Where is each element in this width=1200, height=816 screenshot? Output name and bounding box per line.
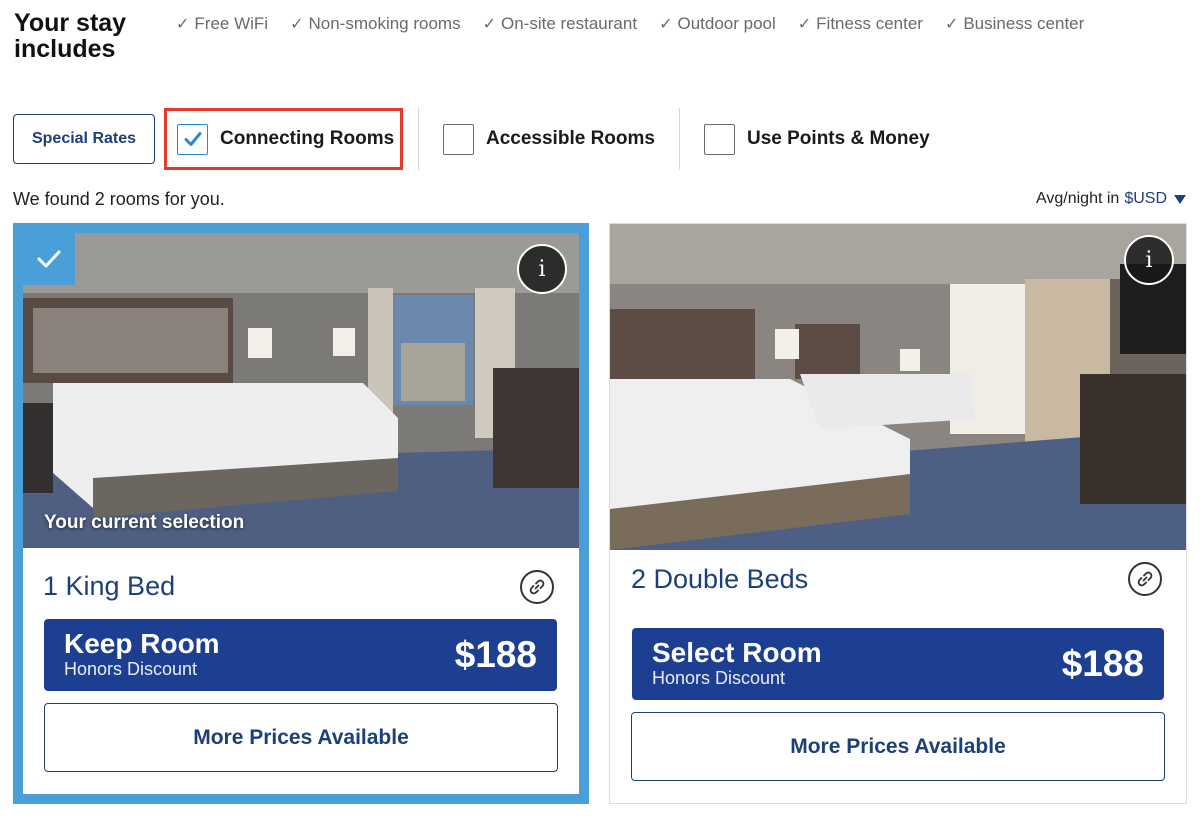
- link-icon[interactable]: [520, 570, 554, 604]
- amenities-list: ✓ Free WiFi ✓ Non-smoking rooms ✓ On-site r…: [176, 14, 1084, 34]
- avg-night-label: Avg/night in: [1035, 190, 1120, 207]
- currency-selector[interactable]: Avg/night in $USD: [1036, 190, 1186, 208]
- results-count: We found 2 rooms for you.: [13, 189, 225, 209]
- link-icon[interactable]: [1128, 562, 1162, 596]
- checkmark-icon: ✓: [797, 16, 812, 33]
- room-photo-image: [610, 224, 1186, 550]
- rate-type-label: Honors Discount: [652, 668, 786, 688]
- filter-divider: [418, 108, 419, 170]
- amenity-label: On-site restaurant: [501, 14, 638, 33]
- room-photo[interactable]: [23, 233, 579, 548]
- accessible-rooms-label: Accessible Rooms: [486, 128, 655, 149]
- filter-divider: [679, 108, 680, 170]
- connecting-rooms-label: Connecting Rooms: [220, 128, 395, 149]
- room-photo[interactable]: [610, 224, 1186, 550]
- caret-down-icon[interactable]: [1174, 194, 1186, 204]
- selected-badge: [23, 233, 75, 285]
- room-card: i Your current selection 1 King Bed Keep…: [13, 223, 589, 804]
- room-price: $188: [454, 634, 537, 675]
- amenity-item: ✓ On-site restaurant: [483, 14, 637, 34]
- amenity-item: ✓ Non-smoking rooms: [290, 14, 461, 34]
- cta-labels: Select Room Honors Discount: [652, 639, 822, 689]
- checkmark-icon: ✓: [290, 16, 304, 33]
- checkmark-icon: ✓: [659, 16, 673, 33]
- amenity-item: ✓ Fitness center: [798, 14, 923, 34]
- amenity-label: Outdoor pool: [677, 14, 776, 33]
- keep-room-label: Keep Room: [64, 628, 220, 659]
- room-name: 2 Double Beds: [631, 564, 809, 594]
- checkmark-icon: ✓: [176, 16, 190, 33]
- more-prices-button[interactable]: More Prices Available: [631, 712, 1165, 781]
- currency-value[interactable]: $USD: [1124, 190, 1167, 208]
- info-icon[interactable]: i: [1124, 235, 1174, 285]
- accessible-rooms-checkbox[interactable]: [443, 123, 474, 155]
- amenity-item: ✓ Outdoor pool: [659, 14, 776, 34]
- rate-type-label: Honors Discount: [64, 659, 198, 679]
- accessible-rooms-filter[interactable]: Accessible Rooms: [443, 108, 655, 170]
- chain-link-glyph: [529, 579, 545, 595]
- current-selection-label: Your current selection: [44, 512, 245, 533]
- cta-labels: Keep Room Honors Discount: [64, 630, 220, 680]
- select-room-button[interactable]: Select Room Honors Discount $188: [632, 628, 1164, 700]
- room-card: i 2 Double Beds Select Room Honors Disco…: [609, 223, 1187, 804]
- points-money-label: Use Points & Money: [747, 128, 930, 149]
- room-photo-image: [23, 233, 579, 548]
- amenity-label: Free WiFi: [194, 14, 269, 33]
- more-prices-button[interactable]: More Prices Available: [44, 703, 558, 772]
- info-icon[interactable]: i: [517, 244, 567, 294]
- amenity-label: Business center: [963, 14, 1085, 33]
- points-money-checkbox[interactable]: [704, 123, 735, 155]
- connecting-rooms-checkbox[interactable]: [177, 123, 208, 155]
- special-rates-button[interactable]: Special Rates: [13, 114, 155, 164]
- amenity-label: Fitness center: [816, 14, 923, 33]
- checkmark-icon: [37, 250, 61, 268]
- keep-room-button[interactable]: Keep Room Honors Discount $188: [44, 619, 557, 691]
- checkmark-icon: [184, 132, 201, 146]
- checkmark-icon: ✓: [482, 16, 496, 33]
- amenity-label: Non-smoking rooms: [308, 14, 461, 33]
- chain-link-glyph: [1137, 571, 1153, 587]
- checkmark-icon: ✓: [944, 16, 959, 33]
- stay-includes-title: Your stay includes: [14, 9, 127, 63]
- room-price: $188: [1061, 643, 1144, 684]
- connecting-rooms-filter[interactable]: Connecting Rooms: [164, 108, 403, 170]
- room-name: 1 King Bed: [43, 571, 176, 601]
- amenity-item: ✓ Business center: [945, 14, 1084, 34]
- select-room-label: Select Room: [652, 637, 822, 668]
- amenity-item: ✓ Free WiFi: [176, 14, 268, 34]
- points-money-filter[interactable]: Use Points & Money: [704, 108, 930, 170]
